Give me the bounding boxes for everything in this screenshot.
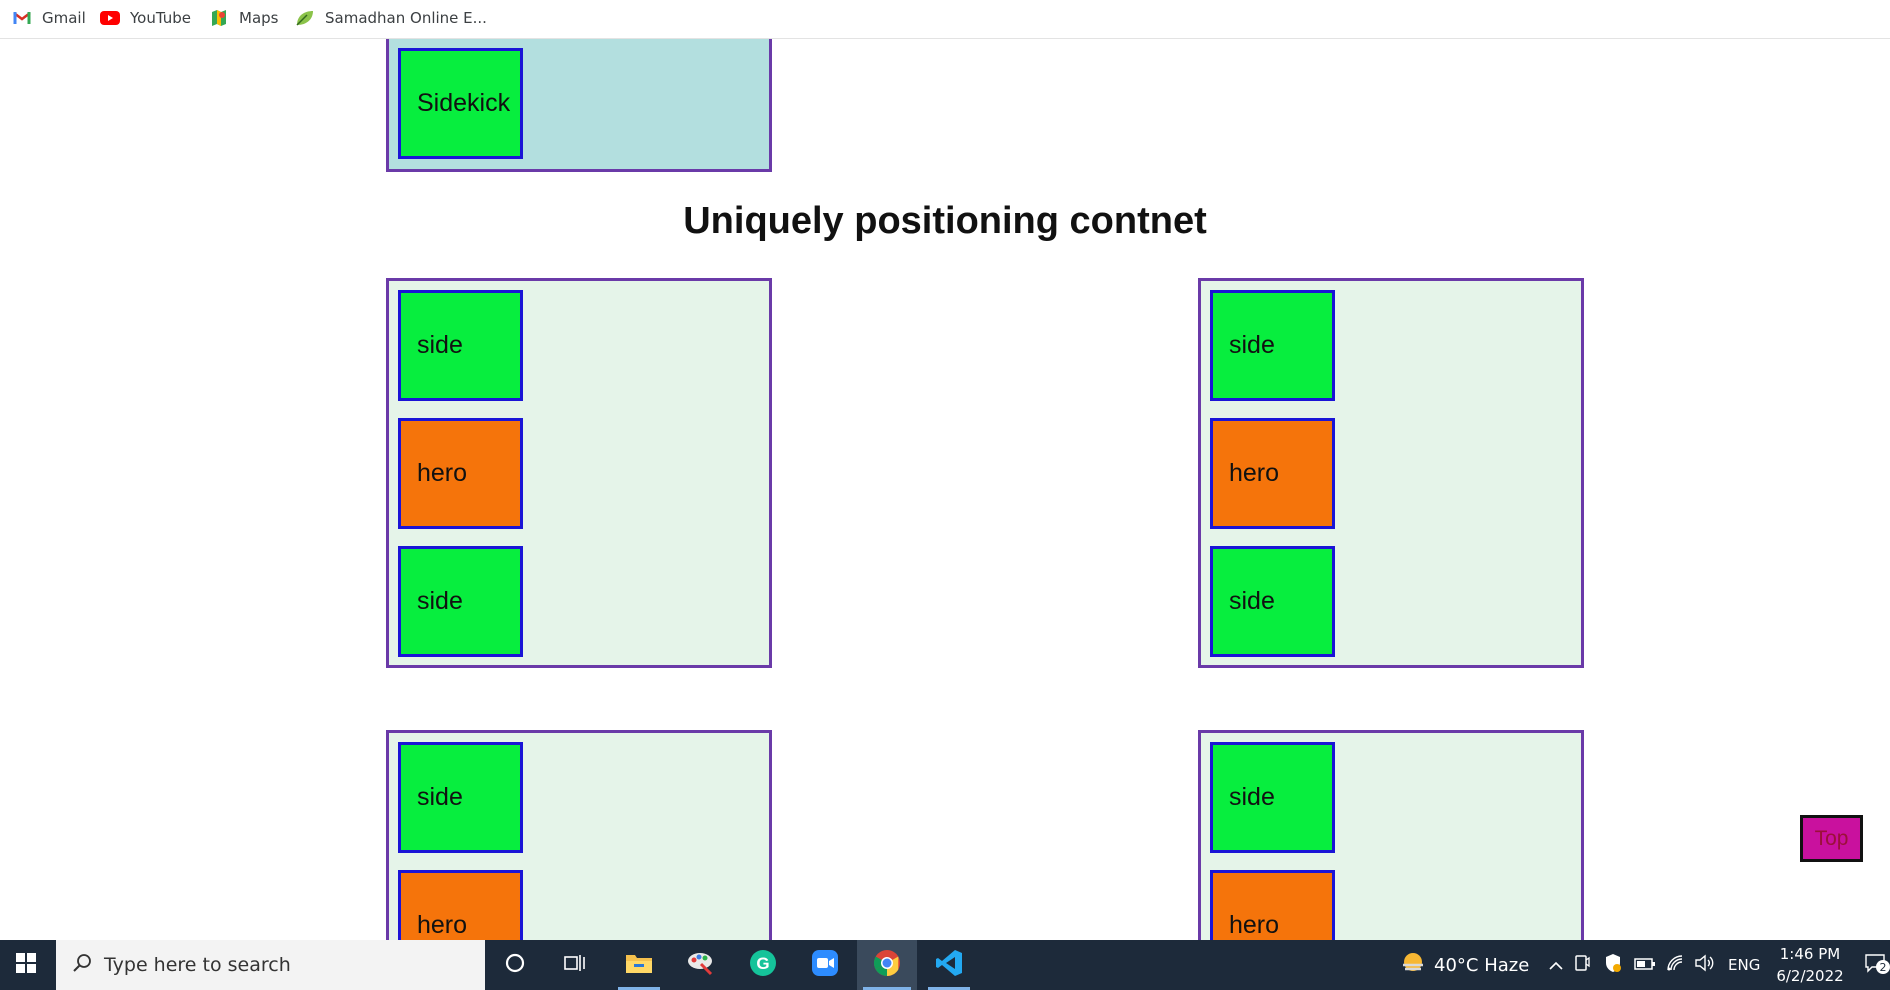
bookmark-gmail[interactable]: Gmail [12,5,86,31]
notification-badge: 2 [1876,960,1890,974]
scroll-to-top-button[interactable]: Top [1800,815,1863,862]
search-placeholder: Type here to search [104,954,291,976]
task-view-icon [564,953,586,978]
hero-box: hero [398,870,523,940]
sidekick-box: Sidekick [398,48,523,159]
bookmark-label: Samadhan Online E... [325,9,487,27]
grammarly-button[interactable]: G [736,940,790,990]
chrome-icon [873,949,901,982]
notification-icon: 2 [1864,953,1890,977]
zoom-icon [811,949,839,982]
clock-time: 1:46 PM [1779,945,1841,963]
language-indicator[interactable]: ENG [1728,940,1760,990]
bookmark-label: Gmail [42,9,86,27]
positioning-container: side hero [386,730,772,940]
hero-box: hero [1210,870,1335,940]
leaf-icon [295,9,315,27]
positioning-container: side hero [1198,730,1584,940]
paint-button[interactable] [674,940,728,990]
bookmark-youtube[interactable]: YouTube [100,5,191,31]
clock-date: 6/2/2022 [1776,967,1844,985]
positioning-container: side hero side [386,278,772,668]
weather-widget[interactable]: 40°C Haze [1400,940,1529,990]
bookmark-maps[interactable]: Maps [209,5,278,31]
grammarly-icon: G [749,949,777,982]
battery-button[interactable] [1634,940,1656,990]
bookmark-label: Maps [239,9,279,27]
chevron-up-icon [1549,956,1563,975]
volume-button[interactable] [1694,940,1716,990]
windows-icon [16,952,36,978]
sidekick-container: Sidekick [386,39,772,172]
cortana-button[interactable] [490,940,540,990]
battery-icon [1634,956,1656,975]
side-box: side [1210,290,1335,401]
device-icon [1574,954,1590,976]
security-button[interactable] [1604,940,1622,990]
hero-box: hero [1210,418,1335,529]
vscode-icon [935,949,963,982]
gmail-icon [12,9,32,27]
chrome-button[interactable] [857,940,917,990]
show-hidden-icons-button[interactable] [1546,940,1566,990]
positioning-container: side hero side [1198,278,1584,668]
task-view-button[interactable] [550,940,600,990]
maps-icon [209,9,229,27]
zoom-button[interactable] [798,940,852,990]
start-button[interactable] [0,940,52,990]
network-button[interactable] [1666,940,1686,990]
svg-text:G: G [756,954,769,973]
taskbar: Type here to search G 40°C Haze ENG 1:46… [0,940,1890,990]
bookmarks-bar: Gmail YouTube Maps Samadhan Online E... [0,0,1890,39]
hero-box: hero [398,418,523,529]
page-viewport: Sidekick Uniquely positioning contnet si… [0,39,1890,940]
bookmark-label: YouTube [130,9,191,27]
file-explorer-button[interactable] [612,940,666,990]
youtube-icon [100,9,120,27]
vscode-button[interactable] [922,940,976,990]
meet-now-button[interactable] [1574,940,1590,990]
side-box: side [1210,546,1335,657]
cortana-icon [505,953,525,978]
clock[interactable]: 1:46 PM 6/2/2022 [1770,940,1850,990]
paint-icon [687,950,715,981]
notification-center-button[interactable]: 2 [1860,940,1890,990]
side-box: side [398,290,523,401]
side-box: side [1210,742,1335,853]
taskbar-search[interactable]: Type here to search [56,940,485,990]
shield-icon [1604,953,1622,977]
side-box: side [398,742,523,853]
bookmark-samadhan[interactable]: Samadhan Online E... [295,5,487,31]
speaker-icon [1694,954,1716,976]
weather-haze-icon [1400,951,1426,979]
file-explorer-icon [625,951,653,980]
search-icon [72,953,92,978]
wifi-icon [1666,954,1686,976]
side-box: side [398,546,523,657]
weather-text: 40°C Haze [1434,954,1530,976]
page-heading: Uniquely positioning contnet [683,200,1207,242]
